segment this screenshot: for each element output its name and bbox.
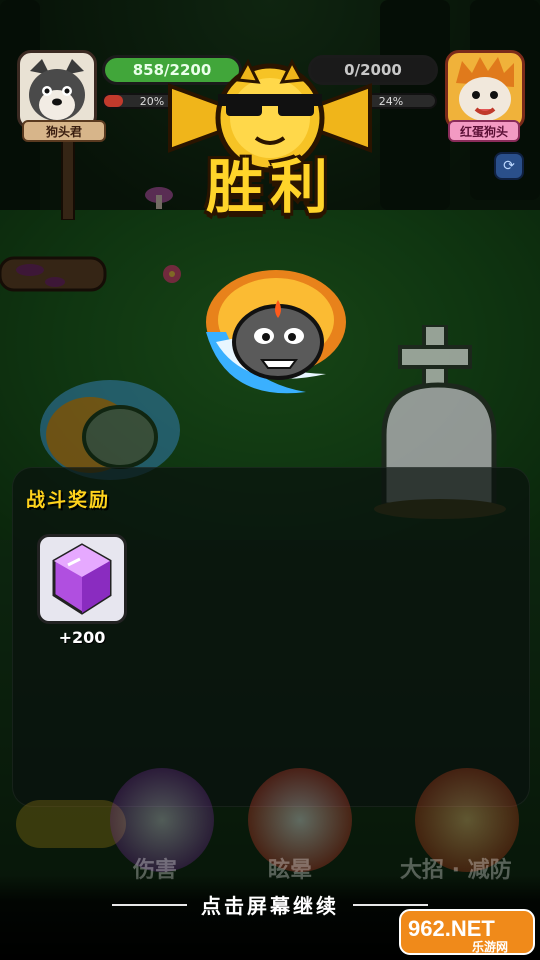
dog-face-icon — [29, 59, 85, 121]
continue-text: 点击屏幕继续 — [201, 894, 339, 918]
player-name: 狗头君 — [45, 124, 82, 139]
auto-battle-button[interactable]: ⟳ — [494, 152, 524, 180]
player-rage-fill — [104, 95, 124, 107]
enemy-name: 红蛋狗头 — [459, 124, 508, 139]
enemy-avatar — [445, 50, 525, 130]
enemy-name-plate: 红蛋狗头 — [448, 120, 520, 142]
player-fighter-dog — [206, 270, 346, 394]
site-watermark-logo: 962.NET 乐游网 — [399, 909, 535, 955]
divider-line-right — [353, 903, 428, 906]
watermark-main-text: 962.NET — [408, 916, 495, 941]
reward-item-amount: +200 — [58, 628, 106, 647]
divider-line-left — [112, 903, 187, 906]
watermark-sub-text: 乐游网 — [472, 939, 508, 954]
dino-dog-face-icon — [456, 57, 514, 121]
reward-item-card[interactable] — [37, 534, 127, 624]
enemy-rage-text: 24% — [378, 94, 404, 108]
reward-panel-title: 战斗奖励 — [26, 489, 111, 511]
victory-title: 胜利 — [205, 153, 334, 221]
player-name-plate: 狗头君 — [22, 120, 106, 142]
player-avatar — [17, 50, 97, 130]
battle-scene[interactable]: 狗头君 858/2200 20% 0/2000 24% 红蛋狗头 ⟳ 胜利 战斗… — [0, 0, 540, 960]
refresh-icon: ⟳ — [503, 158, 515, 174]
purple-gem-icon — [52, 543, 112, 615]
